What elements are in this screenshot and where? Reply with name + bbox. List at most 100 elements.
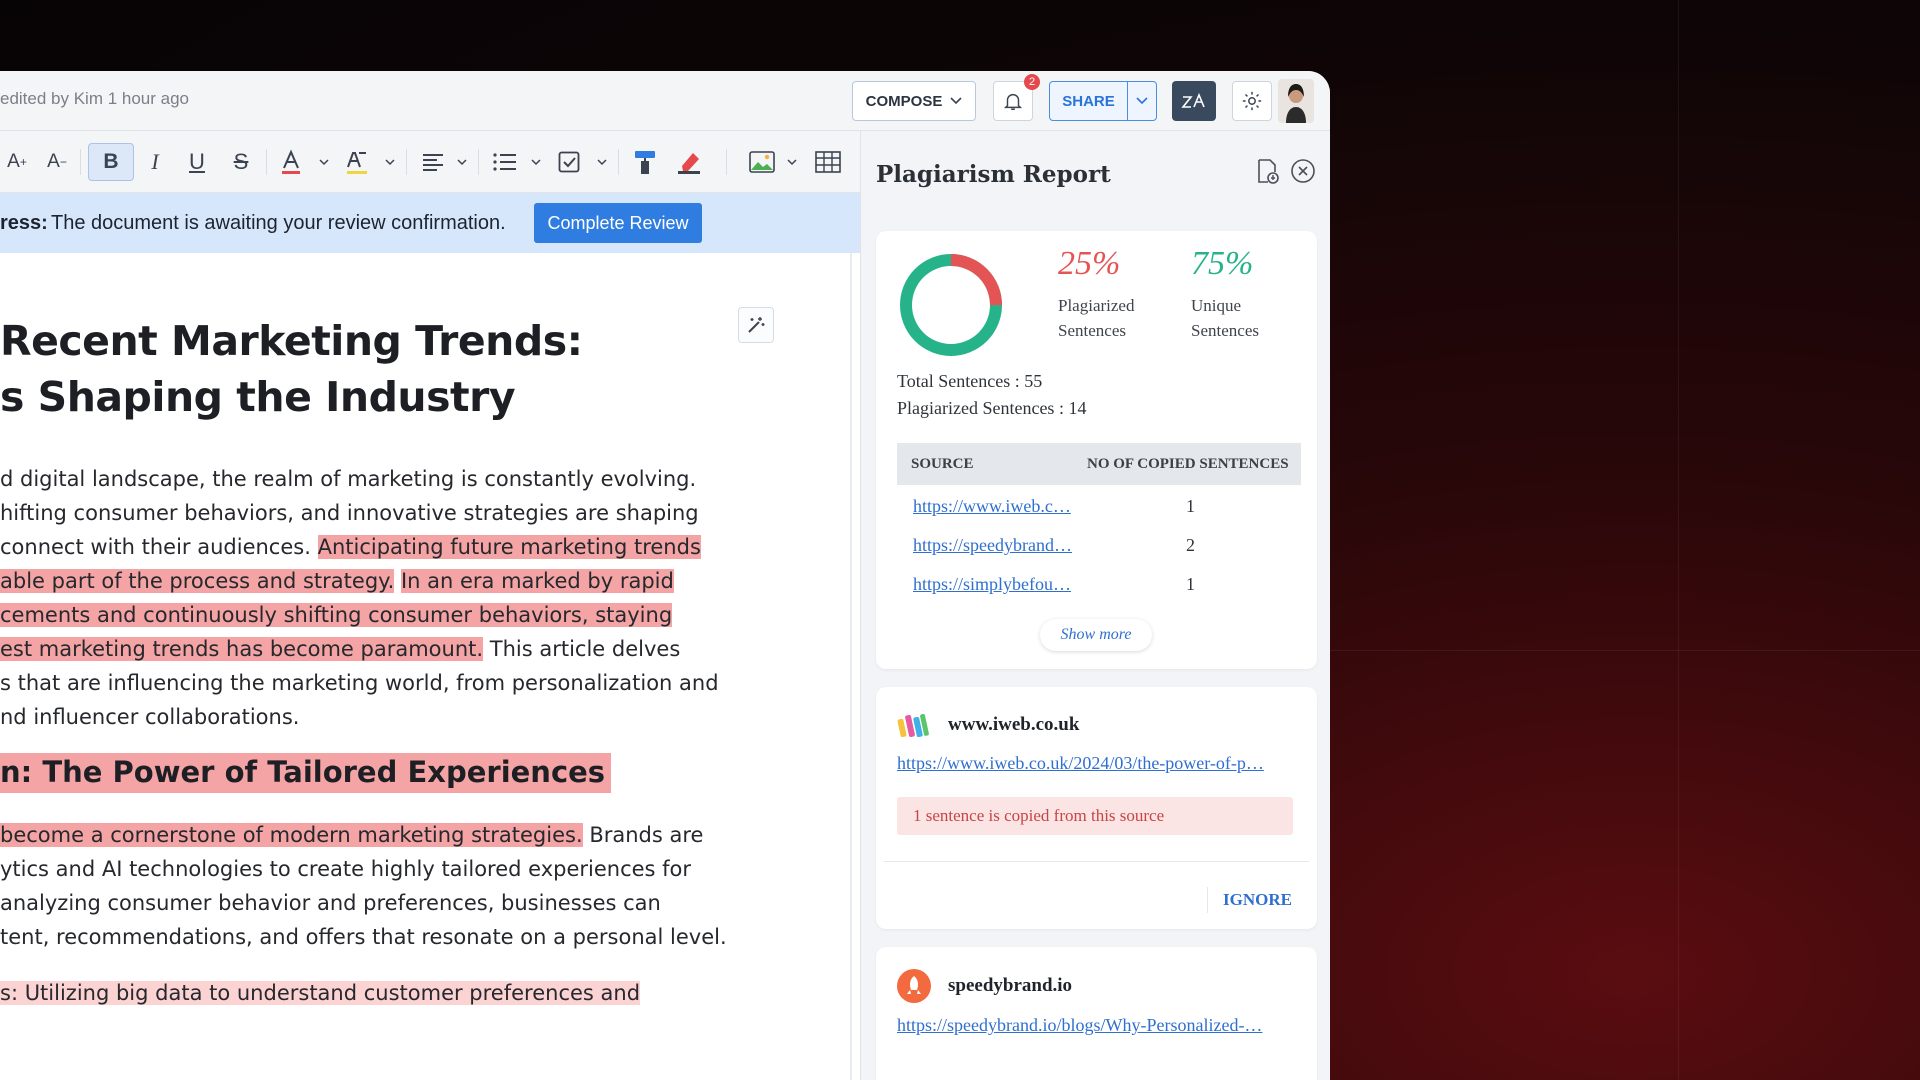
italic-button[interactable]: I [140,143,170,181]
paragraph-line: able part of the process and strategy. I… [0,569,674,593]
review-status-bar: ress: The document is awaiting your revi… [0,193,860,253]
count-column-header: NO OF COPIED SENTENCES [1087,456,1289,472]
insert-image-button[interactable] [746,143,778,181]
chevron-down-icon[interactable] [318,153,330,171]
compose-button[interactable]: COMPOSE [852,81,976,121]
format-painter-button[interactable] [630,143,660,181]
copied-count: 2 [1186,535,1195,555]
chevron-down-icon[interactable] [456,153,468,171]
increase-font-size-button[interactable]: A + [2,143,32,181]
summary-card: 25% Plagiarized Sentences 75% Unique Sen… [876,231,1317,669]
document-canvas[interactable]: Recent Marketing Trends: s Shaping the I… [0,253,850,1080]
paint-roller-icon [635,151,655,174]
share-button[interactable]: SHARE [1049,81,1157,121]
plagiarized-label-line: Plagiarized [1058,296,1135,315]
chevron-down-icon [1136,97,1148,105]
plagiarized-label: Plagiarized Sentences [1058,293,1134,343]
paragraph-line: s that are influencing the marketing wor… [0,671,719,695]
magic-wand-icon [748,317,765,333]
chevron-down-icon[interactable] [530,153,542,171]
highlight-color-button[interactable] [342,143,372,181]
plagiarized-highlight[interactable]: become a cornerstone of modern marketing… [0,823,583,847]
plagiarized-highlight[interactable]: In an era marked by rapid [400,569,674,593]
compose-label: COMPOSE [865,92,943,110]
copied-count: 1 [1186,496,1195,516]
plagiarized-highlight[interactable]: est marketing trends has become paramoun… [0,637,484,661]
decrease-font-size-button[interactable]: A − [42,143,72,181]
source-url[interactable]: https://www.iweb.co.uk/2024/03/the-power… [897,753,1297,774]
notification-badge: 2 [1024,74,1040,90]
bullet-list-icon [493,153,516,171]
iweb-logo-icon [897,713,929,738]
highlight-icon [347,152,367,174]
ignore-button[interactable]: IGNORE [1223,890,1292,910]
paragraph-line: tent, recommendations, and offers that r… [0,925,727,949]
background-line [1678,0,1679,1080]
close-icon[interactable] [1289,157,1317,185]
zia-assistant-icon [1181,92,1205,108]
insert-table-button[interactable] [812,143,844,181]
table-icon [815,151,841,173]
unique-percent: 75% [1191,245,1254,282]
plagiarized-highlight[interactable]: s: Utilizing big data to understand cust… [0,981,641,1005]
editor-window: edited by Kim 1 hour ago COMPOSE 2 SHARE… [0,71,1330,1080]
font-color-button[interactable] [276,143,306,181]
source-card: www.iweb.co.uk https://www.iweb.co.uk/20… [876,687,1317,929]
chevron-down-icon[interactable] [596,153,608,171]
copied-count: 1 [1186,574,1195,594]
chevron-down-icon[interactable] [786,153,798,171]
paragraph-line: nd influencer collaborations. [0,705,300,729]
chevron-down-icon[interactable] [384,153,396,171]
source-url[interactable]: https://speedybrand.io/blogs/Why-Persona… [897,1015,1297,1036]
unique-label-line: Sentences [1191,321,1259,340]
toolbar-divider [478,149,479,175]
share-dropdown[interactable] [1128,82,1156,120]
panel-divider[interactable] [850,253,852,1080]
paragraph-line: ytics and AI technologies to create high… [0,857,692,881]
complete-review-button[interactable]: Complete Review [534,203,702,243]
align-button[interactable] [418,143,448,181]
source-link[interactable]: https://simplybefou… [913,574,1071,595]
section-heading: n: The Power of Tailored Experiences [0,753,612,793]
formatting-toolbar: A + A − B I U S [0,131,860,193]
source-link[interactable]: https://www.iweb.c… [913,496,1071,517]
ai-tools-button[interactable] [738,307,774,343]
user-avatar[interactable] [1278,79,1314,123]
download-report-icon[interactable] [1253,157,1281,185]
toolbar-divider [726,149,727,175]
bold-button[interactable]: B [88,143,134,181]
unique-label: Unique Sentences [1191,293,1259,343]
paragraph-line: cements and continuously shifting consum… [0,603,673,627]
clear-format-button[interactable] [674,143,704,181]
top-bar: edited by Kim 1 hour ago COMPOSE 2 SHARE [0,71,1330,131]
writing-assistant-button[interactable] [1172,81,1216,121]
settings-button[interactable] [1232,81,1272,121]
font-color-icon [282,149,300,174]
source-link[interactable]: https://speedybrand… [913,535,1072,556]
gear-icon [1242,91,1262,111]
review-status-label: ress: [0,212,48,234]
plagiarized-highlight[interactable]: Anticipating future marketing trends [317,535,701,559]
paragraph-line: est marketing trends has become paramoun… [0,637,680,661]
paragraph-line: s: Utilizing big data to understand cust… [0,981,641,1005]
last-edited-text: edited by Kim 1 hour ago [0,89,190,108]
text-run: connect with their audiences. [0,535,311,559]
unique-label-line: Unique [1191,296,1242,315]
source-name: speedybrand.io [948,975,1073,996]
plagiarized-percent: 25% [1058,245,1121,282]
toolbar-divider [266,149,267,175]
plagiarized-highlight[interactable]: able part of the process and strategy. [0,569,395,593]
underline-button[interactable]: U [182,143,212,181]
plagiarized-label-line: Sentences [1058,321,1126,340]
toolbar-divider [618,149,619,175]
paragraph-line: become a cornerstone of modern marketing… [0,823,703,847]
plagiarism-donut-chart [900,254,1002,356]
show-more-button[interactable]: Show more [1040,619,1152,651]
plagiarized-highlight[interactable]: cements and continuously shifting consum… [0,603,673,627]
paragraph-line: hifting consumer behaviors, and innovati… [0,501,699,525]
bullet-list-button[interactable] [490,143,520,181]
checklist-button[interactable] [554,143,584,181]
plagiarized-sentences-count: Plagiarized Sentences : 14 [897,398,1087,418]
review-status-message: The document is awaiting your review con… [51,212,506,234]
strikethrough-button[interactable]: S [226,143,256,181]
